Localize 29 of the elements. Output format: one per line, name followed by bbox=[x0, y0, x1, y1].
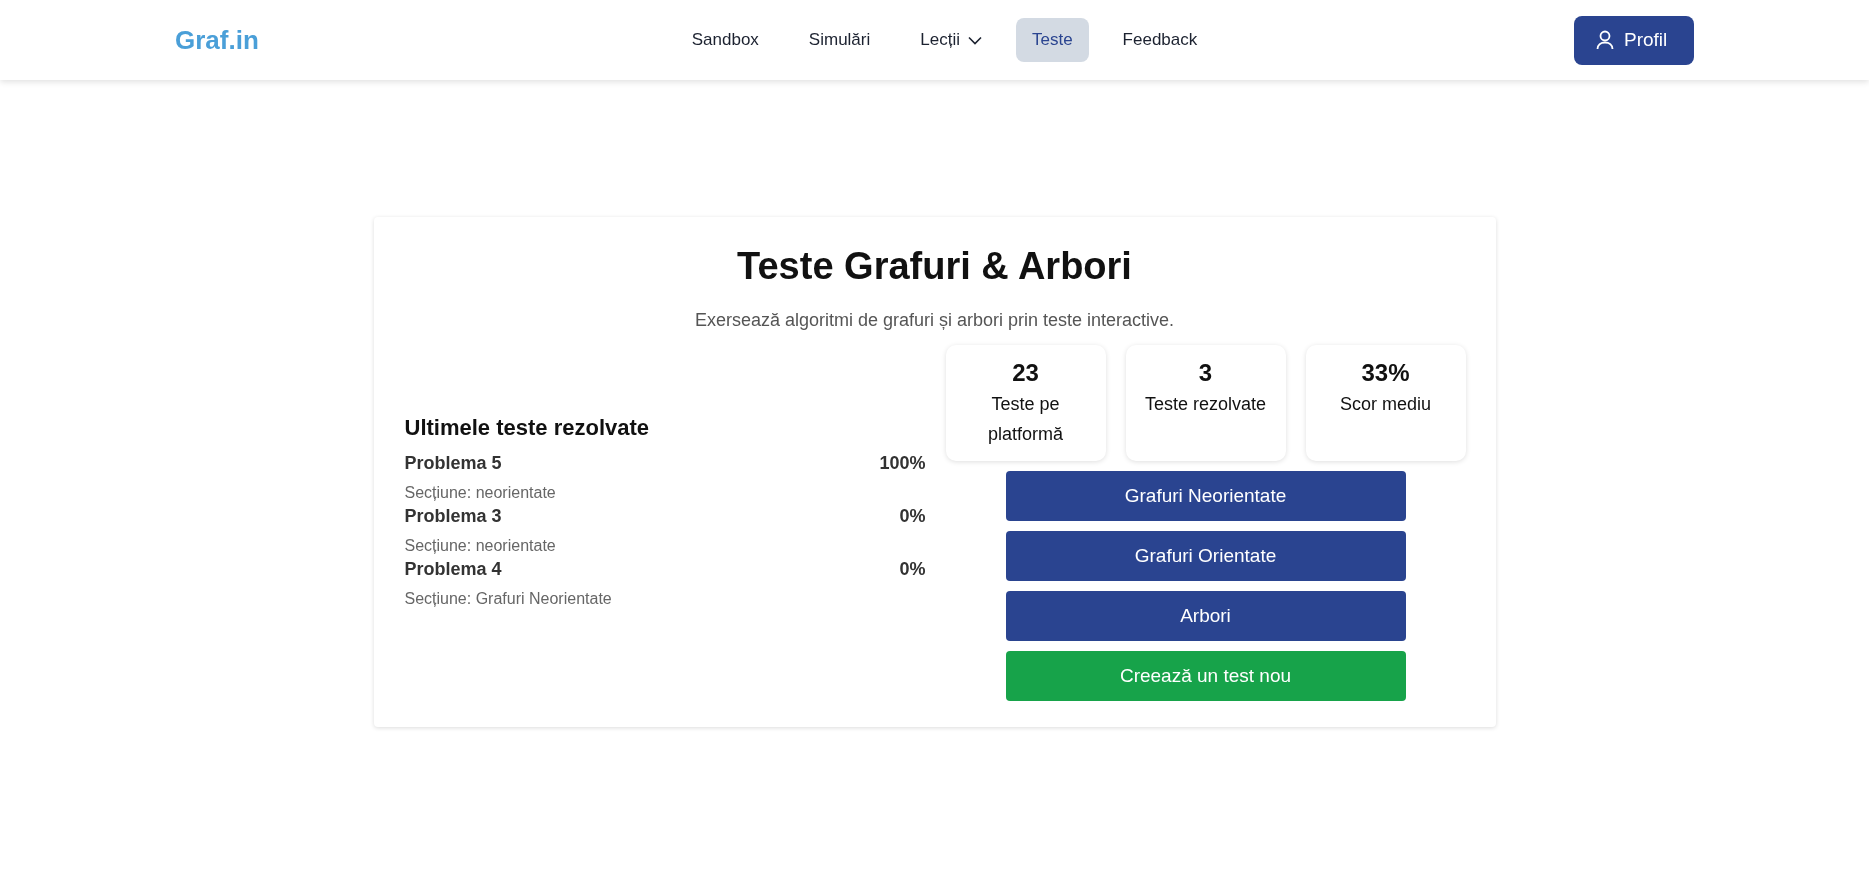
stat-value: 3 bbox=[1198, 359, 1213, 387]
nav-link[interactable]: Simulări bbox=[792, 18, 887, 62]
stat-label: Teste pe platformă bbox=[986, 393, 1064, 446]
nav-link[interactable]: Lecții bbox=[904, 18, 998, 62]
problem-section: Secțiune: neorientate bbox=[404, 537, 926, 555]
problem-name: Problema 5 bbox=[404, 453, 502, 474]
nav-link[interactable]: Teste bbox=[1015, 18, 1089, 62]
category-button[interactable]: Grafuri Orientate bbox=[1005, 531, 1406, 581]
stat-value: 23 bbox=[1012, 359, 1039, 387]
category-button[interactable]: Arbori bbox=[1005, 591, 1406, 641]
problem-name: Problema 4 bbox=[404, 559, 502, 580]
user-icon bbox=[1596, 30, 1614, 50]
problem-name: Problema 3 bbox=[404, 506, 502, 527]
nav-link[interactable]: Sandbox bbox=[675, 18, 775, 62]
section-heading: Ultimele teste rezolvate bbox=[404, 415, 651, 441]
profile-button[interactable]: Profil bbox=[1574, 15, 1694, 65]
chevron-down-icon bbox=[967, 35, 982, 45]
stat-label: Scor mediu bbox=[1339, 393, 1431, 416]
page-title: Teste Grafuri & Arbori bbox=[736, 245, 1133, 288]
stat-value: 33% bbox=[1361, 359, 1410, 387]
page-subtitle: Exersează algoritmi de grafuri și arbori prin teste interactive. bbox=[693, 310, 1176, 331]
category-button[interactable]: Grafuri Neorientate bbox=[1005, 471, 1406, 521]
problem-score: 0% bbox=[899, 559, 926, 580]
problem-section: Secțiune: neorientate bbox=[404, 484, 926, 502]
problem-section: Secțiune: Grafuri Neorientate bbox=[404, 590, 926, 608]
nav-link[interactable]: Feedback bbox=[1106, 18, 1214, 62]
stat-label: Teste rezolvate bbox=[1144, 393, 1267, 416]
problem-score: 0% bbox=[899, 506, 926, 527]
problem-score: 100% bbox=[879, 453, 926, 474]
